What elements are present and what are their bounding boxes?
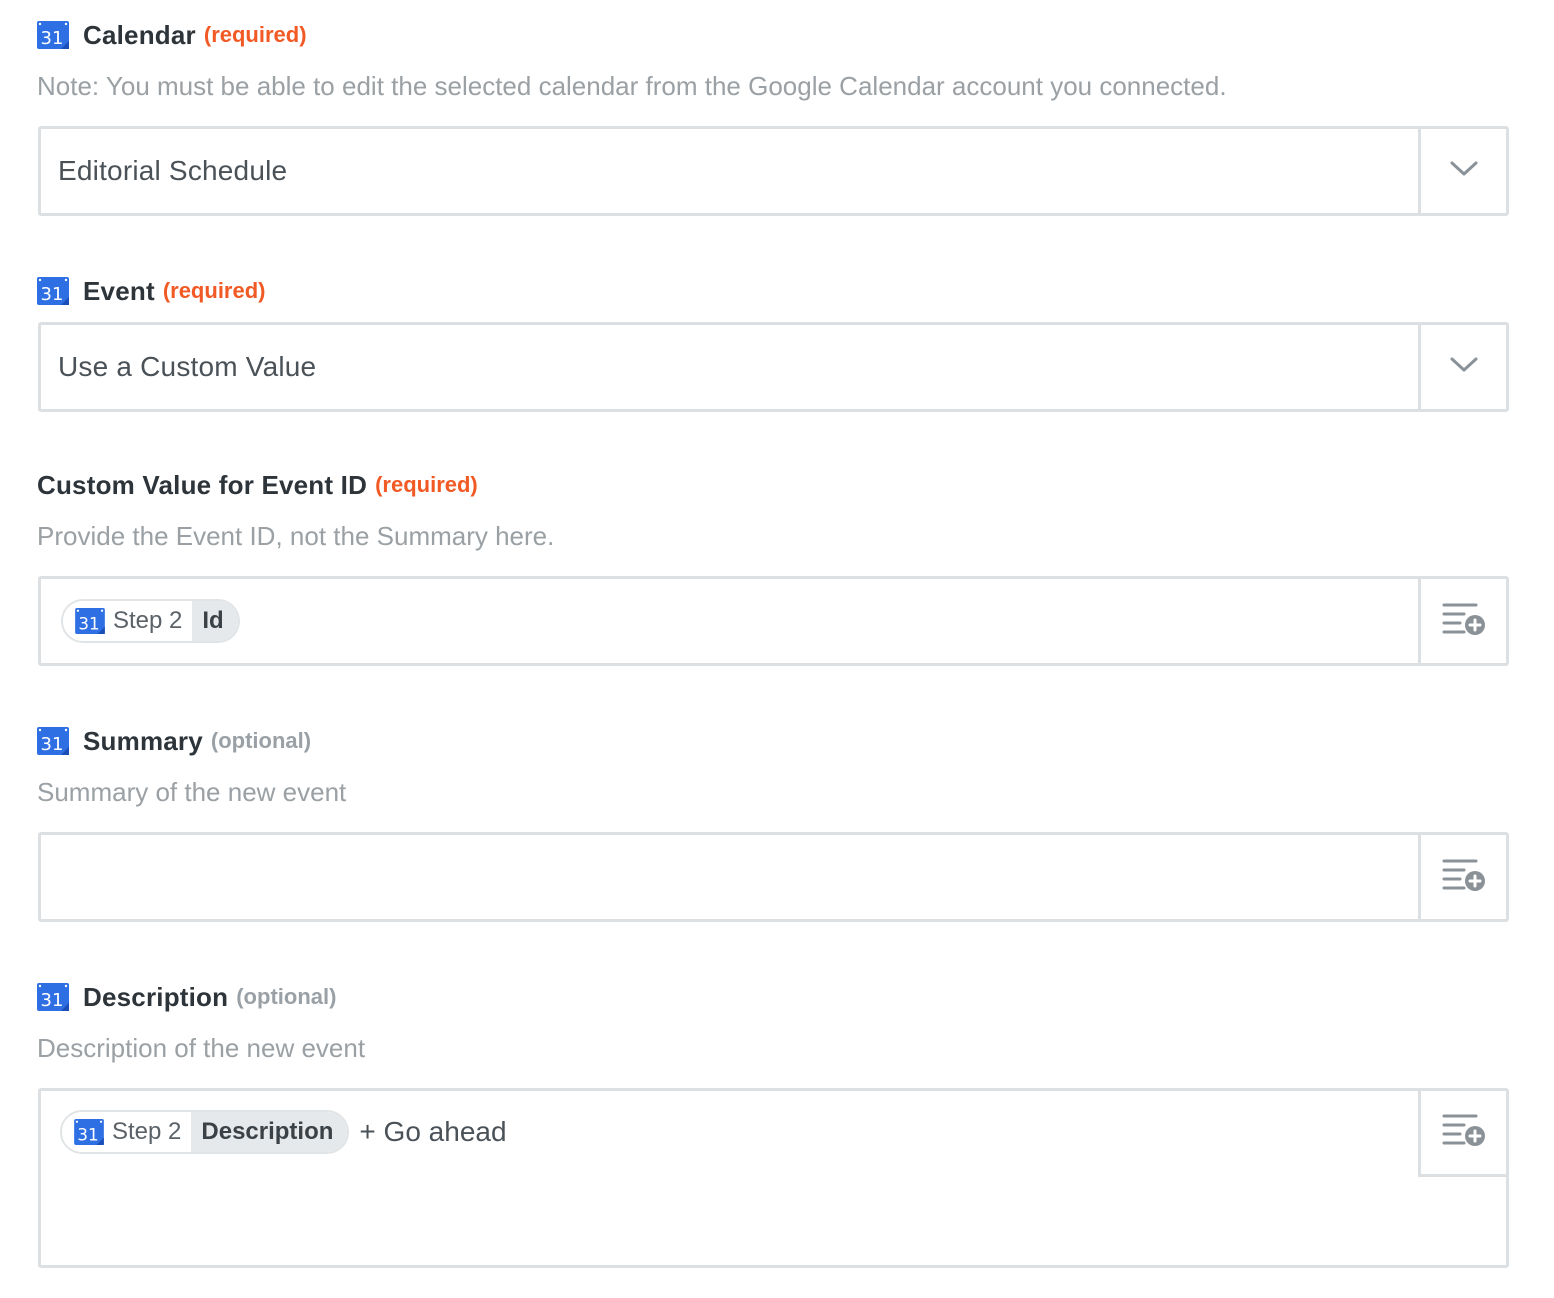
custom-event-id-field-help: Provide the Event ID, not the Summary he… xyxy=(37,521,555,551)
mapped-field-pill[interactable]: 31 Step 2 Description xyxy=(60,1110,350,1154)
svg-text:31: 31 xyxy=(77,1124,98,1144)
optional-badge: (optional) xyxy=(236,984,337,1009)
summary-input-area[interactable] xyxy=(41,835,1418,919)
custom-event-id-field-header: Custom Value for Event ID (required) xyxy=(37,465,478,505)
insert-data-button[interactable] xyxy=(1418,1091,1506,1177)
google-calendar-icon: 31 xyxy=(37,21,69,49)
calendar-select[interactable]: Editorial Schedule xyxy=(38,126,1509,216)
event-field-label: Event xyxy=(83,275,155,306)
mapped-field-pill[interactable]: 31 Step 2 Id xyxy=(61,599,240,643)
event-select-value: Use a Custom Value xyxy=(58,351,317,382)
custom-event-id-input-area[interactable]: 31 Step 2 Id xyxy=(41,579,1418,663)
description-field-label: Description xyxy=(83,981,229,1012)
summary-field-header: 31 Summary (optional) xyxy=(37,721,311,761)
event-select[interactable]: Use a Custom Value xyxy=(38,322,1509,412)
insert-data-icon xyxy=(1442,1112,1486,1153)
google-calendar-icon: 31 xyxy=(37,277,69,305)
pill-field-label: Id xyxy=(192,601,238,641)
optional-badge: (optional) xyxy=(210,728,312,753)
chevron-down-icon xyxy=(1449,160,1479,183)
google-calendar-icon: 31 xyxy=(74,1119,104,1145)
description-field-header: 31 Description (optional) xyxy=(37,977,336,1017)
calendar-field-header: 31 Calendar (required) xyxy=(37,15,307,55)
custom-event-id-field-label: Custom Value for Event ID xyxy=(37,469,368,500)
calendar-field-label: Calendar xyxy=(83,19,196,50)
summary-input[interactable] xyxy=(38,832,1509,922)
calendar-select-value-area[interactable]: Editorial Schedule xyxy=(41,129,1418,213)
required-badge: (required) xyxy=(162,278,266,303)
required-badge: (required) xyxy=(375,472,478,497)
google-calendar-icon: 31 xyxy=(75,608,105,634)
insert-data-icon xyxy=(1442,601,1486,642)
summary-field-label: Summary xyxy=(83,725,203,756)
google-calendar-icon: 31 xyxy=(37,727,69,755)
insert-data-icon xyxy=(1442,857,1486,898)
pill-step-label: Step 2 xyxy=(113,607,183,634)
description-textarea[interactable]: 31 Step 2 Description + Go ahead xyxy=(38,1088,1509,1268)
calendar-select-value: Editorial Schedule xyxy=(58,155,288,186)
pill-step: 31 Step 2 xyxy=(63,601,193,641)
insert-data-button[interactable] xyxy=(1418,835,1506,919)
svg-text:31: 31 xyxy=(41,28,64,49)
custom-event-id-input[interactable]: 31 Step 2 Id xyxy=(38,576,1509,666)
event-select-toggle[interactable] xyxy=(1418,325,1506,409)
pill-step: 31 Step 2 xyxy=(62,1112,192,1152)
svg-text:31: 31 xyxy=(41,734,64,755)
summary-field-help: Summary of the new event xyxy=(37,777,347,807)
calendar-field-help: Note: You must be able to edit the selec… xyxy=(37,71,1227,101)
required-badge: (required) xyxy=(203,22,307,47)
description-typed-text: + Go ahead xyxy=(359,1116,507,1147)
pill-field-label: Description xyxy=(191,1112,348,1152)
svg-text:31: 31 xyxy=(41,284,64,305)
insert-data-button[interactable] xyxy=(1418,579,1506,663)
event-select-value-area[interactable]: Use a Custom Value xyxy=(41,325,1418,409)
description-textarea-content[interactable]: 31 Step 2 Description + Go ahead xyxy=(58,1110,507,1154)
svg-text:31: 31 xyxy=(41,990,64,1011)
description-field-help: Description of the new event xyxy=(37,1033,366,1063)
calendar-select-toggle[interactable] xyxy=(1418,129,1506,213)
pill-step-label: Step 2 xyxy=(112,1118,182,1145)
svg-text:31: 31 xyxy=(78,613,99,633)
chevron-down-icon xyxy=(1449,356,1479,379)
google-calendar-icon: 31 xyxy=(37,983,69,1011)
event-field-header: 31 Event (required) xyxy=(37,271,266,311)
